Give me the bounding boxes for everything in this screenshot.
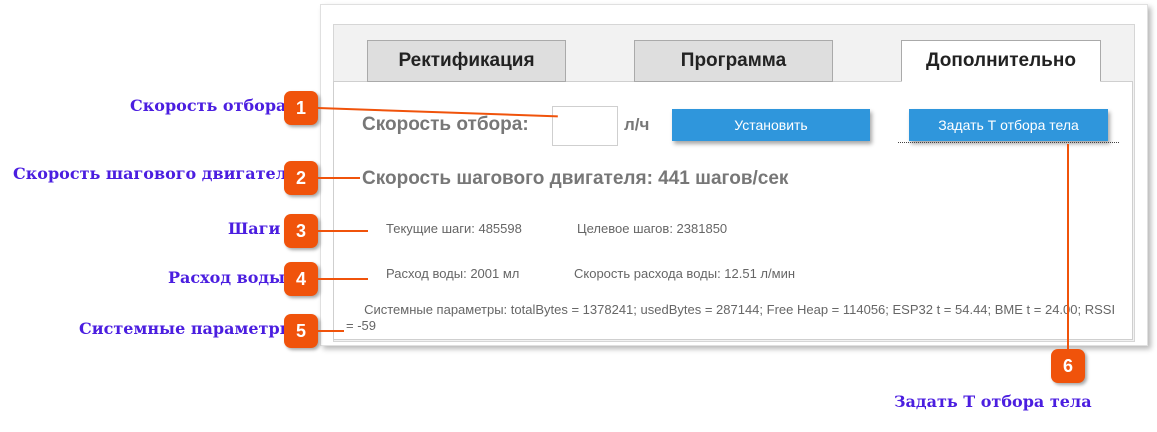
callout-badge-4: 4 — [284, 262, 318, 296]
callout-line-2 — [318, 177, 360, 179]
speed-label: Скорость отбора: — [362, 114, 529, 135]
callout-badge-6: 6 — [1051, 349, 1085, 383]
set-button[interactable]: Установить — [672, 109, 870, 141]
callout-badge-2: 2 — [284, 161, 318, 195]
tab-additional[interactable]: Дополнительно — [901, 40, 1101, 82]
callout-badge-3: 3 — [284, 214, 318, 248]
callout-label-5: Системные параметры — [79, 319, 296, 338]
current-steps: Текущие шаги: 485598 — [386, 221, 522, 236]
callout-line-3 — [318, 230, 368, 232]
callout-line-4 — [318, 278, 368, 280]
target-steps: Целевое шагов: 2381850 — [577, 221, 728, 236]
water-consumption: Расход воды: 2001 мл — [386, 266, 520, 281]
callout-label-4: Расход воды — [168, 268, 286, 287]
callout-label-2: Скорость шагового двигателя — [13, 164, 299, 183]
callout-line-6 — [1067, 144, 1069, 350]
callout-badge-1: 1 — [284, 91, 318, 125]
motor-speed-text: Скорость шагового двигателя: 441 шагов/с… — [362, 168, 789, 189]
set-body-temp-button[interactable]: Задать Т отбора тела — [909, 109, 1108, 141]
callout-line-5 — [318, 330, 344, 332]
callout-badge-5: 5 — [284, 314, 318, 348]
callout-label-3: Шаги — [228, 219, 281, 238]
tab-rectification[interactable]: Ректификация — [367, 40, 566, 82]
system-params-text: Системные параметры: totalBytes = 137824… — [346, 302, 1116, 333]
system-params: Системные параметры: totalBytes = 137824… — [346, 302, 1126, 334]
callout-label-1: Скорость отбора — [130, 96, 287, 115]
divider — [898, 142, 1119, 143]
tab-program[interactable]: Программа — [634, 40, 833, 82]
speed-unit: л/ч — [624, 115, 650, 134]
water-rate: Скорость расхода воды: 12.51 л/мин — [574, 266, 796, 281]
callout-label-6: Задать Т отбора тела — [894, 392, 1092, 411]
speed-input[interactable] — [552, 106, 618, 146]
